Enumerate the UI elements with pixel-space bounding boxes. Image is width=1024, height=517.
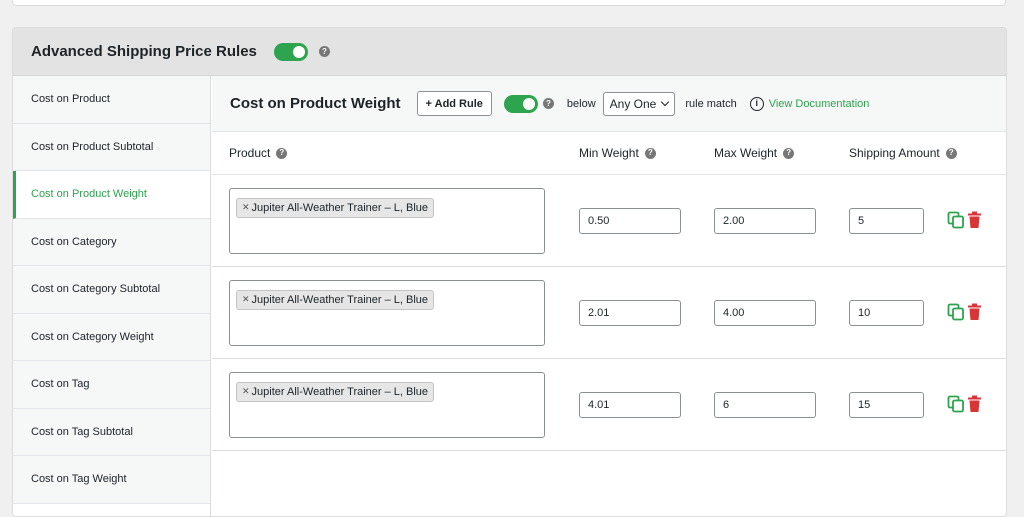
column-shipping-amount: Shipping Amount ?	[849, 146, 957, 160]
max-weight-input[interactable]: 2.00	[714, 208, 816, 234]
sidebar-item-cost-on-tag-subtotal[interactable]: Cost on Tag Subtotal	[13, 408, 210, 456]
previous-card	[12, 0, 1006, 6]
column-max-weight: Max Weight ?	[714, 146, 795, 160]
sidebar-item-cost-on-product-subtotal[interactable]: Cost on Product Subtotal	[13, 123, 210, 171]
remove-tag-icon[interactable]: ✕	[242, 386, 250, 397]
remove-tag-icon[interactable]: ✕	[242, 294, 250, 305]
sidebar-item-cost-on-category[interactable]: Cost on Category	[13, 218, 210, 266]
row-actions	[947, 211, 982, 229]
shipping-amount-input[interactable]: 10	[849, 300, 924, 326]
sidebar: Cost on Product Cost on Product Subtotal…	[13, 76, 211, 516]
column-min-weight-label: Min Weight	[579, 146, 639, 160]
main-header: Cost on Product Weight + Add Rule ? belo…	[212, 76, 1006, 132]
table-row: ✕ Jupiter All-Weather Trainer – L, Blue …	[212, 359, 1006, 451]
product-tag: ✕ Jupiter All-Weather Trainer – L, Blue	[236, 289, 435, 310]
shipping-rules-panel: Advanced Shipping Price Rules ? Cost on …	[12, 27, 1007, 517]
trash-icon[interactable]	[967, 211, 982, 229]
table-row: ✕ Jupiter All-Weather Trainer – L, Blue …	[212, 267, 1006, 359]
question-icon[interactable]: ?	[276, 147, 288, 159]
product-select[interactable]: ✕ Jupiter All-Weather Trainer – L, Blue	[229, 372, 545, 438]
question-icon[interactable]: ?	[783, 147, 795, 159]
question-icon[interactable]: ?	[318, 46, 330, 57]
product-tag-label: Jupiter All-Weather Trainer – L, Blue	[251, 385, 429, 398]
product-select[interactable]: ✕ Jupiter All-Weather Trainer – L, Blue	[229, 188, 545, 254]
column-max-weight-label: Max Weight	[714, 146, 778, 160]
max-weight-input[interactable]: 6	[714, 392, 816, 418]
rule-match-select[interactable]: Any One	[602, 91, 676, 116]
column-product: Product ?	[229, 146, 288, 160]
min-weight-input[interactable]: 4.01	[579, 392, 681, 418]
panel-header: Advanced Shipping Price Rules ?	[13, 28, 1006, 76]
sidebar-item-cost-on-category-weight[interactable]: Cost on Category Weight	[13, 313, 210, 361]
view-documentation-link[interactable]: View Documentation	[769, 98, 870, 110]
main-content: Cost on Product Weight + Add Rule ? belo…	[212, 76, 1006, 516]
product-tag-label: Jupiter All-Weather Trainer – L, Blue	[251, 201, 429, 214]
column-product-label: Product	[229, 146, 271, 160]
sidebar-item-cost-on-product-weight[interactable]: Cost on Product Weight	[13, 171, 210, 219]
min-weight-input[interactable]: 0.50	[579, 208, 681, 234]
row-actions	[947, 303, 982, 321]
trash-icon[interactable]	[967, 303, 982, 321]
add-rule-button[interactable]: + Add Rule	[416, 91, 492, 116]
trash-icon[interactable]	[967, 395, 982, 413]
sidebar-item-cost-on-tag-weight[interactable]: Cost on Tag Weight	[13, 456, 210, 504]
product-select[interactable]: ✕ Jupiter All-Weather Trainer – L, Blue	[229, 280, 545, 346]
sidebar-item-cost-on-category-subtotal[interactable]: Cost on Category Subtotal	[13, 266, 210, 314]
shipping-amount-input[interactable]: 5	[849, 208, 924, 234]
rule-match-label: rule match	[685, 97, 737, 110]
shipping-amount-input[interactable]: 15	[849, 392, 924, 418]
rules-enable-toggle[interactable]	[273, 42, 308, 61]
question-icon[interactable]: ?	[945, 147, 957, 159]
rule-match-value: Any One	[609, 96, 657, 111]
row-actions	[947, 395, 982, 413]
copy-icon[interactable]	[947, 303, 965, 321]
remove-tag-icon[interactable]: ✕	[242, 202, 250, 213]
copy-icon[interactable]	[947, 211, 965, 229]
panel-title: Advanced Shipping Price Rules	[31, 43, 257, 60]
section-title: Cost on Product Weight	[230, 95, 401, 112]
min-weight-input[interactable]: 2.01	[579, 300, 681, 326]
copy-icon[interactable]	[947, 395, 965, 413]
chevron-down-icon	[661, 97, 670, 107]
product-tag: ✕ Jupiter All-Weather Trainer – L, Blue	[236, 197, 435, 218]
sidebar-item-cost-on-tag[interactable]: Cost on Tag	[13, 361, 210, 409]
column-min-weight: Min Weight ?	[579, 146, 656, 160]
question-icon[interactable]: ?	[644, 147, 656, 159]
table-row: ✕ Jupiter All-Weather Trainer – L, Blue …	[212, 175, 1006, 267]
below-label: below	[566, 97, 596, 110]
section-enable-toggle[interactable]	[503, 94, 538, 113]
product-tag-label: Jupiter All-Weather Trainer – L, Blue	[251, 293, 429, 306]
max-weight-input[interactable]: 4.00	[714, 300, 816, 326]
sidebar-item-cost-on-product[interactable]: Cost on Product	[13, 76, 210, 124]
info-icon: i	[749, 96, 764, 111]
table-header: Product ? Min Weight ? Max Weight ? Ship…	[212, 132, 1006, 175]
product-tag: ✕ Jupiter All-Weather Trainer – L, Blue	[236, 381, 435, 402]
question-icon[interactable]: ?	[542, 98, 554, 109]
column-shipping-amount-label: Shipping Amount	[849, 146, 940, 160]
